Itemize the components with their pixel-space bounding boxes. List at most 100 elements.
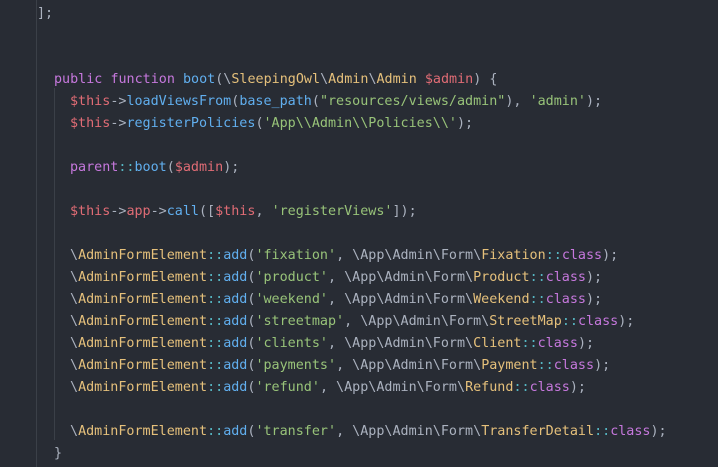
- code-token: AdminFormElement: [78, 270, 208, 285]
- code-token: ::: [207, 380, 224, 395]
- code-token: add: [223, 270, 248, 285]
- code-token: ::: [207, 336, 224, 351]
- code-line[interactable]: public function boot(\SleepingOwl\Admin\…: [54, 69, 497, 91]
- code-token: ([: [199, 204, 216, 219]
- code-token: 'fixation': [255, 248, 337, 263]
- code-token: , \App\Admin\Form\: [328, 292, 474, 307]
- code-token: class: [561, 248, 603, 263]
- code-token: class: [610, 424, 651, 439]
- code-token: add: [223, 248, 248, 263]
- code-token: ->: [110, 94, 127, 109]
- code-token: ::: [207, 424, 224, 439]
- code-line[interactable]: \AdminFormElement::add('transfer', \App\…: [70, 421, 667, 443]
- code-token: AdminFormElement: [78, 424, 208, 439]
- code-token: );: [569, 380, 586, 395]
- code-token: (: [255, 116, 264, 131]
- code-line[interactable]: $this->app->call([$this, 'registerViews'…: [70, 201, 417, 223]
- code-token: );: [586, 292, 603, 307]
- code-token: "resources/views/admin": [319, 94, 506, 109]
- code-token: \: [70, 270, 79, 285]
- code-token: 'admin': [529, 94, 586, 109]
- code-token: ::: [118, 160, 135, 175]
- code-editor[interactable]: ]; public function boot(\SleepingOwl\Admi…: [0, 0, 718, 467]
- code-token: \: [70, 314, 79, 329]
- code-token: Refund: [465, 380, 514, 395]
- code-token: parent: [70, 160, 119, 175]
- code-token: base_path: [239, 94, 312, 109]
- code-line[interactable]: \AdminFormElement::add('clients', \App\A…: [70, 333, 594, 355]
- code-line[interactable]: \AdminFormElement::add('payments', \App\…: [70, 355, 610, 377]
- code-line[interactable]: \AdminFormElement::add('streetmap', \App…: [70, 311, 634, 333]
- code-line[interactable]: $this->loadViewsFrom(base_path("resource…: [70, 91, 602, 113]
- code-token: Fixation: [481, 248, 546, 263]
- code-token: \: [70, 380, 79, 395]
- code-line[interactable]: ];: [37, 3, 53, 25]
- indent-guide: [36, 0, 37, 467]
- code-token: 'refund': [255, 380, 320, 395]
- code-line[interactable]: \AdminFormElement::add('fixation', \App\…: [70, 245, 618, 267]
- code-token: AdminFormElement: [78, 336, 208, 351]
- code-token: $admin: [174, 160, 224, 175]
- code-token: ::: [513, 380, 530, 395]
- code-token: 'clients': [255, 336, 328, 351]
- code-token: Product: [473, 270, 530, 285]
- code-token: 'registerViews': [271, 204, 393, 219]
- code-token: $this: [215, 204, 256, 219]
- code-token: ::: [207, 248, 224, 263]
- code-token: \: [70, 336, 79, 351]
- code-token: );: [602, 248, 619, 263]
- code-token: class: [529, 380, 570, 395]
- code-token: ::: [529, 270, 546, 285]
- code-line[interactable]: \AdminFormElement::add('product', \App\A…: [70, 267, 602, 289]
- code-token: boot: [183, 72, 216, 87]
- code-token: ::: [594, 424, 611, 439]
- code-token: ->: [150, 204, 167, 219]
- code-token: SleepingOwl: [231, 72, 321, 87]
- code-token: \: [70, 292, 79, 307]
- code-token: 'App\\Admin\\Policies\\': [263, 116, 457, 131]
- code-line[interactable]: \AdminFormElement::add('refund', \App\Ad…: [70, 377, 586, 399]
- code-token: ::: [537, 358, 554, 373]
- code-token: );: [577, 336, 595, 351]
- code-token: function: [110, 72, 175, 87]
- code-token: $admin: [424, 72, 474, 87]
- code-token: , \App\Admin\Form\: [344, 314, 490, 329]
- code-token: );: [594, 358, 611, 373]
- code-token: ::: [521, 336, 538, 351]
- code-token: 'payments': [255, 358, 337, 373]
- code-token: (: [166, 160, 175, 175]
- code-token: Weekend: [473, 292, 530, 307]
- code-token: (: [311, 94, 320, 109]
- code-token: Client: [473, 336, 522, 351]
- code-token: , \App\Admin\Form\: [336, 358, 482, 373]
- code-token: ),: [505, 94, 530, 109]
- code-token: ::: [561, 314, 578, 329]
- code-line[interactable]: }: [54, 443, 62, 465]
- code-token: TransferDetail: [481, 424, 595, 439]
- code-token: );: [586, 270, 603, 285]
- code-token: 'streetmap': [255, 314, 345, 329]
- code-token: 'transfer': [255, 424, 337, 439]
- code-token: class: [537, 336, 578, 351]
- code-line[interactable]: \AdminFormElement::add('weekend', \App\A…: [70, 289, 602, 311]
- code-token: ];: [37, 6, 54, 21]
- code-token: ::: [207, 358, 224, 373]
- code-line[interactable]: $this->registerPolicies('App\\Admin\\Pol…: [70, 113, 473, 135]
- code-token: class: [577, 314, 619, 329]
- code-token: Admin: [328, 72, 369, 87]
- code-token: );: [618, 314, 635, 329]
- code-token: add: [223, 314, 248, 329]
- code-token: );: [223, 160, 240, 175]
- code-token: class: [545, 292, 586, 307]
- code-line[interactable]: parent::boot($admin);: [70, 157, 239, 179]
- code-token: , \App\Admin\Form\: [328, 270, 474, 285]
- code-token: ::: [545, 248, 562, 263]
- code-token: 'product': [255, 270, 328, 285]
- code-token: ::: [207, 292, 224, 307]
- code-token: );: [586, 94, 603, 109]
- code-token: \: [368, 72, 377, 87]
- code-token: ::: [529, 292, 546, 307]
- code-token: AdminFormElement: [78, 292, 208, 307]
- code-token: boot: [134, 160, 167, 175]
- code-token: add: [223, 424, 248, 439]
